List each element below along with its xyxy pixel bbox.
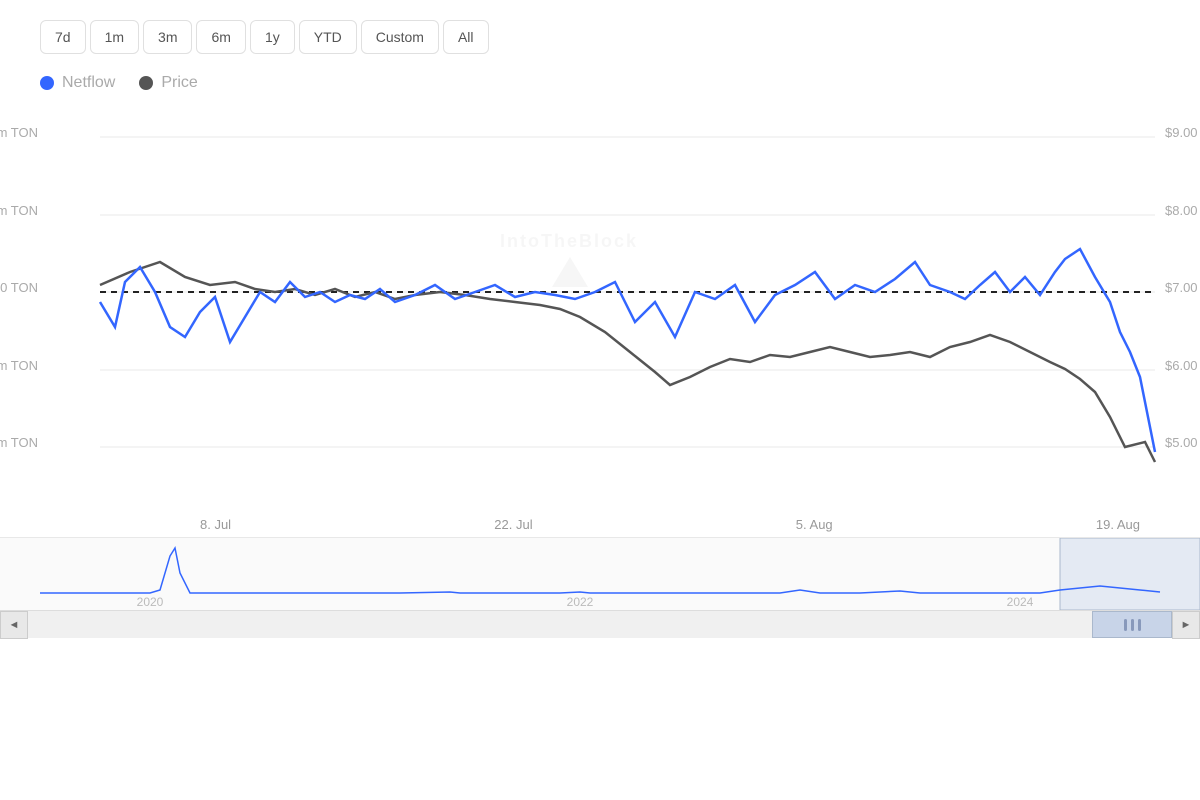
scroll-track: [28, 611, 1172, 638]
price-dot: [139, 76, 153, 90]
grip-3: [1138, 619, 1141, 631]
time-filter-bar: 7d 1m 3m 6m 1y YTD Custom All: [0, 0, 1200, 64]
svg-text:61.88m TON: 61.88m TON: [0, 203, 38, 218]
svg-text:$5.00: $5.00: [1165, 435, 1198, 450]
filter-1y[interactable]: 1y: [250, 20, 295, 54]
filter-ytd[interactable]: YTD: [299, 20, 357, 54]
svg-text:$6.00: $6.00: [1165, 358, 1198, 373]
x-label-5aug: 5. Aug: [796, 517, 833, 532]
main-container: 7d 1m 3m 6m 1y YTD Custom All Netflow Pr…: [0, 0, 1200, 800]
svg-text:2020: 2020: [137, 595, 164, 609]
netflow-label: Netflow: [62, 74, 115, 92]
svg-text:IntoTheBlock: IntoTheBlock: [500, 231, 638, 251]
svg-text:2022: 2022: [567, 595, 594, 609]
main-chart-area: 123.76m TON 61.88m TON 0 TON -61.88m TON…: [0, 107, 1200, 527]
svg-text:$7.00: $7.00: [1165, 280, 1198, 295]
filter-3m[interactable]: 3m: [143, 20, 192, 54]
grip-2: [1131, 619, 1134, 631]
svg-text:-123.76m TON: -123.76m TON: [0, 435, 38, 450]
svg-text:$8.00: $8.00: [1165, 203, 1198, 218]
svg-text:0 TON: 0 TON: [0, 280, 38, 295]
legend-netflow: Netflow: [40, 74, 115, 92]
filter-1m[interactable]: 1m: [90, 20, 139, 54]
filter-6m[interactable]: 6m: [196, 20, 245, 54]
chart-legend: Netflow Price: [0, 64, 1200, 97]
scroll-right-button[interactable]: ►: [1172, 611, 1200, 639]
scrollbar: ◄ ►: [0, 610, 1200, 638]
x-label-8jul: 8. Jul: [200, 517, 231, 532]
left-arrow-icon: ◄: [9, 619, 20, 631]
watermark: IntoTheBlock: [500, 231, 638, 287]
svg-text:-61.88m TON: -61.88m TON: [0, 358, 38, 373]
svg-text:$9.00: $9.00: [1165, 125, 1198, 140]
navigator-svg: 2020 2022 2024: [0, 538, 1200, 610]
x-label-19aug: 19. Aug: [1096, 517, 1140, 532]
scroll-handle[interactable]: [1092, 611, 1172, 638]
right-arrow-icon: ►: [1181, 619, 1192, 631]
x-label-22jul: 22. Jul: [494, 517, 532, 532]
price-label: Price: [161, 74, 197, 92]
chart-svg: 123.76m TON 61.88m TON 0 TON -61.88m TON…: [0, 107, 1200, 527]
filter-7d[interactable]: 7d: [40, 20, 86, 54]
svg-text:123.76m TON: 123.76m TON: [0, 125, 38, 140]
filter-custom[interactable]: Custom: [361, 20, 439, 54]
grip-1: [1124, 619, 1127, 631]
filter-all[interactable]: All: [443, 20, 489, 54]
netflow-dot: [40, 76, 54, 90]
svg-text:2024: 2024: [1007, 595, 1034, 609]
legend-price: Price: [139, 74, 197, 92]
navigator-area: 2020 2022 2024 ◄ ►: [0, 537, 1200, 637]
scroll-left-button[interactable]: ◄: [0, 611, 28, 639]
